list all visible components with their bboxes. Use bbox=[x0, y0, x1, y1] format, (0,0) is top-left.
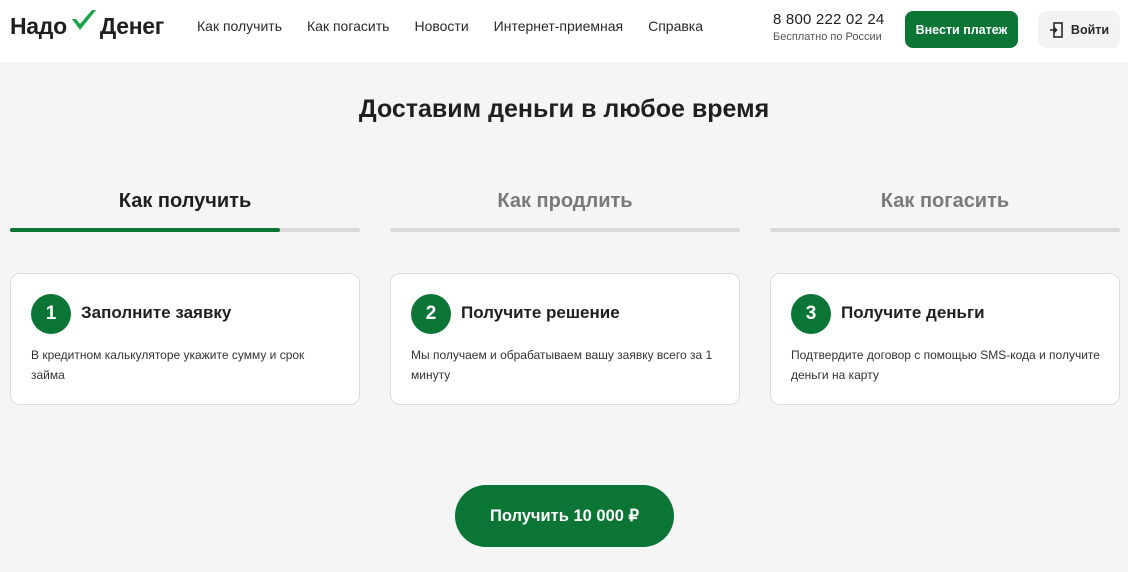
pay-button[interactable]: Внести платеж bbox=[905, 11, 1018, 48]
phone-note: Бесплатно по России bbox=[773, 31, 882, 43]
step-description: Мы получаем и обрабатываем вашу заявку в… bbox=[411, 348, 713, 382]
tab-label: Как погасить bbox=[880, 190, 1010, 212]
login-button[interactable]: Войти bbox=[1038, 11, 1120, 48]
step-number-badge: 3 bbox=[791, 294, 831, 334]
tab-how-to-get[interactable]: Как получить bbox=[10, 190, 360, 236]
nav-link-reception[interactable]: Интернет-приемная bbox=[494, 18, 623, 34]
login-label: Войти bbox=[1070, 22, 1110, 37]
step-title: Получите деньги bbox=[841, 303, 985, 322]
door-exit-icon bbox=[1049, 21, 1063, 38]
tab-how-to-repay[interactable]: Как погасить bbox=[770, 190, 1120, 236]
step-number-badge: 1 bbox=[31, 294, 71, 334]
check-icon bbox=[71, 10, 96, 30]
step-number-badge: 2 bbox=[411, 294, 451, 334]
tab-progress-fill bbox=[10, 228, 280, 232]
tab-progress-track bbox=[390, 228, 740, 232]
step-card-1: 1 Заполните заявку В кредитном калькулят… bbox=[10, 273, 360, 405]
phone-number[interactable]: 8 800 222 02 24 bbox=[773, 11, 884, 28]
logo-text-right: Денег bbox=[99, 12, 165, 39]
nav-link-how-to-repay[interactable]: Как погасить bbox=[307, 18, 389, 34]
nav-link-help[interactable]: Справка bbox=[648, 18, 703, 34]
logo-text-left: Надо bbox=[10, 12, 67, 39]
phone-block: 8 800 222 02 24 Бесплатно по России bbox=[773, 11, 884, 43]
step-title: Заполните заявку bbox=[81, 303, 232, 322]
step-description: В кредитном калькуляторе укажите сумму и… bbox=[31, 348, 305, 382]
main-nav: Как получить Как погасить Новости Интерн… bbox=[197, 18, 728, 34]
tab-how-to-extend[interactable]: Как продлить bbox=[390, 190, 740, 236]
nav-link-how-to-get[interactable]: Как получить bbox=[197, 18, 282, 34]
step-card-2: 2 Получите решение Мы получаем и обрабат… bbox=[390, 273, 740, 405]
tab-progress-track bbox=[10, 228, 360, 232]
step-title: Получите решение bbox=[461, 303, 620, 322]
get-money-button[interactable]: Получить 10 000 ₽ bbox=[455, 485, 674, 547]
step-description: Подтвердите договор с помощью SMS-кода и… bbox=[791, 348, 1100, 382]
header: Надо Денег Как получить Как погасить Нов… bbox=[0, 0, 1128, 62]
step-card-3: 3 Получите деньги Подтвердите договор с … bbox=[770, 273, 1120, 405]
tab-progress-track bbox=[770, 228, 1120, 232]
tab-label: Как продлить bbox=[497, 190, 633, 212]
nav-link-news[interactable]: Новости bbox=[414, 18, 468, 34]
logo[interactable]: Надо Денег bbox=[10, 8, 164, 44]
tab-label: Как получить bbox=[118, 190, 252, 212]
page-title: Доставим деньги в любое время bbox=[358, 95, 770, 123]
